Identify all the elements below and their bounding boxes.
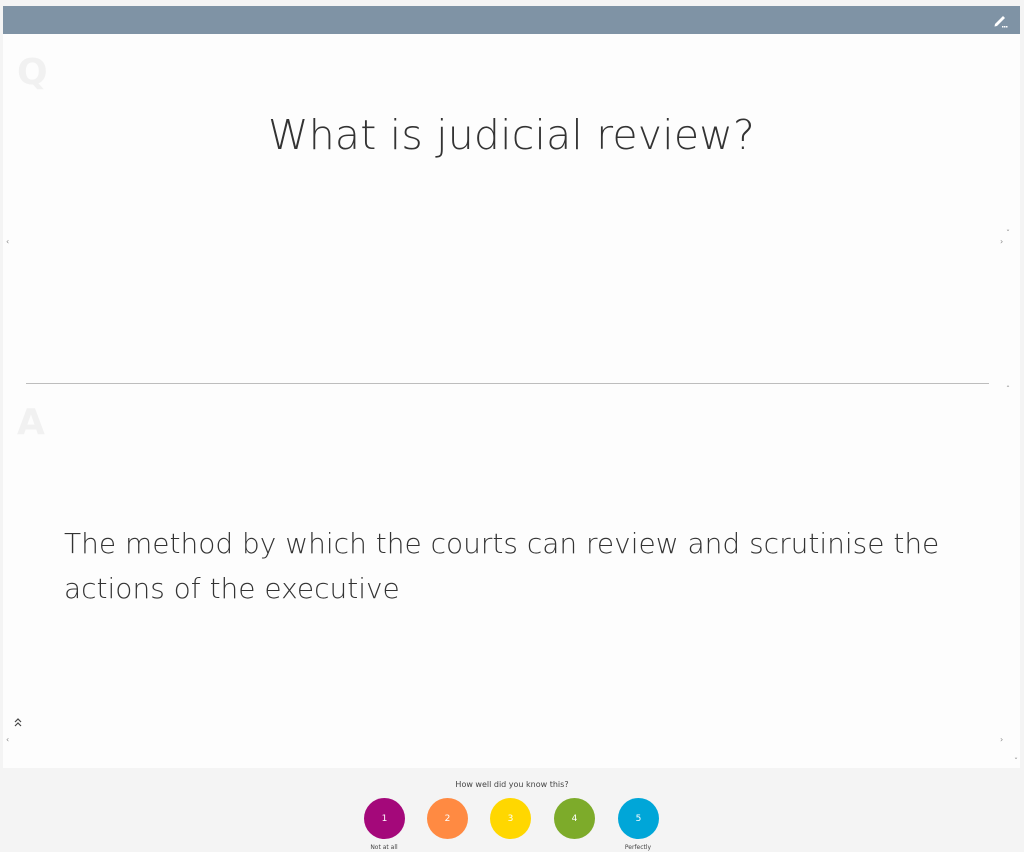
scroll-tick-down: ˇ (1006, 229, 1010, 238)
card-toolbar (3, 6, 1020, 34)
flashcard: Q What is judicial review? ‹ › ˇ ˆ A The… (3, 6, 1020, 768)
rating-button-3[interactable]: 3 (490, 798, 531, 839)
rating-button-5[interactable]: 5 (618, 798, 659, 839)
left-scroll-tick-bottom: ‹ (6, 735, 10, 744)
rating-button-1[interactable]: 1 (364, 798, 405, 839)
right-scroll-tick: › (1000, 237, 1004, 246)
qa-divider (26, 383, 989, 384)
confidence-rating: How well did you know this? 1 2 3 4 5 No… (0, 768, 1024, 852)
answer-side-label: A (17, 402, 45, 443)
rating-button-2[interactable]: 2 (427, 798, 468, 839)
scroll-tick-up: ˆ (1006, 385, 1010, 394)
rating-caption-high: Perfectly (624, 844, 652, 851)
rating-prompt: How well did you know this? (455, 780, 569, 789)
rating-button-4[interactable]: 4 (554, 798, 595, 839)
question-side-label: Q (17, 52, 48, 93)
double-chevron-up-icon[interactable] (13, 716, 23, 728)
left-scroll-tick: ‹ (6, 237, 10, 246)
scroll-tick-bottom: ˇ (1014, 757, 1018, 766)
edit-icon[interactable] (992, 12, 1008, 28)
question-text: What is judicial review? (268, 111, 755, 159)
rating-caption-low: Not at all (370, 844, 398, 851)
right-scroll-tick-bottom: › (1000, 735, 1004, 744)
answer-text: The method by which the courts can revie… (64, 527, 940, 605)
